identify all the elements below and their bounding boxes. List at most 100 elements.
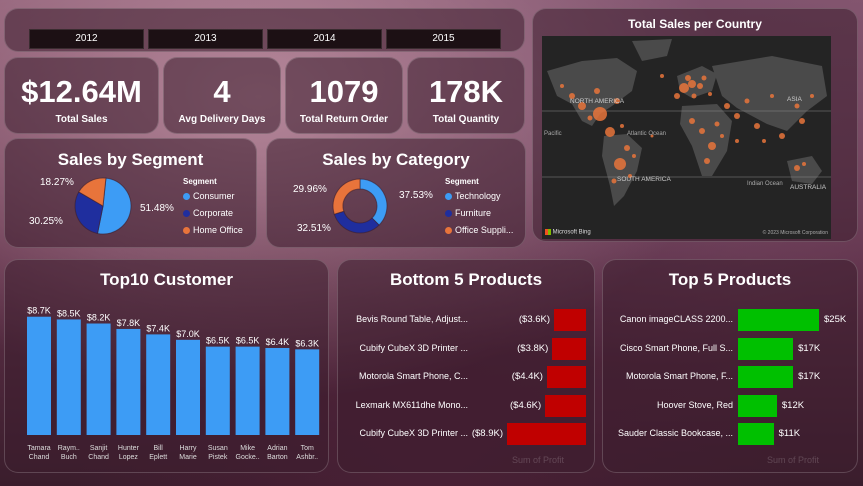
customer-tick-label: Lopez xyxy=(119,454,139,461)
top5-axis-title: Sum of Profit xyxy=(766,455,820,465)
customer-tick-label: Adrian xyxy=(267,445,287,452)
top-product-bar[interactable] xyxy=(738,309,819,331)
category-slice-office-suppli[interactable] xyxy=(332,178,361,215)
map-label-australia: AUSTRALIA xyxy=(790,184,827,191)
customer-bar[interactable] xyxy=(176,339,200,435)
customer-tick-label: Chand xyxy=(88,454,109,461)
kpi-label: Total Sales xyxy=(55,114,108,125)
bottom-product-bar[interactable] xyxy=(554,309,586,331)
customer-bar[interactable] xyxy=(86,323,111,435)
customer-bar[interactable] xyxy=(116,328,141,435)
bing-logo-text: Microsoft Bing xyxy=(552,229,591,236)
map-label-north-america: NORTH AMERICA xyxy=(570,98,625,105)
customer-bar-label: $6.3K xyxy=(295,338,319,348)
kpi-label: Total Quantity xyxy=(432,114,500,125)
segment-legend-corporate[interactable]: Corporate xyxy=(183,208,233,218)
kpi-label: Avg Delivery Days xyxy=(178,114,266,125)
segment-legend-consumer[interactable]: Consumer xyxy=(183,191,235,201)
bing-logo-icon xyxy=(545,229,551,235)
customer-bar[interactable] xyxy=(56,319,81,435)
customer-tick-label: Harry xyxy=(179,445,197,452)
sales-by-segment-panel: Sales by Segment 18.27% 30.25% 51.48% Se… xyxy=(4,138,257,248)
legend-dot xyxy=(445,210,452,218)
customer-tick-label: Ashbr.. xyxy=(296,454,318,461)
customer-tick-label: Pistek xyxy=(208,454,228,461)
customer-bar-label: $8.2K xyxy=(87,313,111,323)
top-product-value: $17K xyxy=(798,371,821,382)
year-button-2012[interactable]: 2012 xyxy=(29,29,144,49)
segment-pct-consumer: 51.48% xyxy=(140,203,174,214)
legend-label: Office Suppli... xyxy=(455,225,514,235)
map-label-asia: ASIA xyxy=(787,96,802,103)
bottom-product-bar[interactable] xyxy=(507,423,586,445)
segment-pct-corporate: 30.25% xyxy=(29,216,63,227)
customer-tick-label: Gocke.. xyxy=(236,454,260,461)
top-product-bar[interactable] xyxy=(738,423,774,445)
category-pct-furniture: 32.51% xyxy=(297,223,331,234)
customer-bar-label: $7.0K xyxy=(176,329,200,339)
bottom-product-name: Cubify CubeX 3D Printer ... xyxy=(359,342,468,353)
customer-tick-label: Tom xyxy=(301,445,314,452)
bottom-product-bar[interactable] xyxy=(546,366,586,388)
map-label-south-america: SOUTH AMERICA xyxy=(617,176,671,183)
top-product-value: $25K xyxy=(824,314,847,325)
bottom5-products-bar-chart[interactable]: Bevis Round Table, Adjust... ($3.6K) Cubif… xyxy=(338,260,596,474)
bottom5-products-panel: Bottom 5 Products Bevis Round Table, Adj… xyxy=(337,259,595,473)
customer-tick-label: Bill xyxy=(154,445,164,452)
customer-tick-label: Hunter xyxy=(118,445,140,452)
customer-bar[interactable] xyxy=(146,334,171,435)
customer-tick-label: Buch xyxy=(61,454,77,461)
bottom-product-name: Bevis Round Table, Adjust... xyxy=(356,314,468,324)
top-product-bar[interactable] xyxy=(738,337,794,360)
segment-legend-home-office[interactable]: Home Office xyxy=(183,225,243,235)
top-product-value: $17K xyxy=(798,342,821,354)
top-product-bar[interactable] xyxy=(738,394,777,417)
customer-bar-label: $7.8K xyxy=(117,318,141,328)
category-slice-furniture[interactable] xyxy=(333,210,380,234)
bing-logo: Microsoft Bing xyxy=(545,229,591,236)
category-slice-technology[interactable] xyxy=(359,178,388,226)
bottom-product-bar[interactable] xyxy=(545,394,586,417)
customer-tick-label: Barton xyxy=(267,454,288,461)
top-product-name: Canon imageCLASS 2200... xyxy=(619,314,733,324)
customer-bar[interactable] xyxy=(265,347,290,435)
bottom5-axis-title: Sum of Profit xyxy=(511,455,565,465)
category-legend-office-supplies[interactable]: Office Suppli... xyxy=(445,225,513,235)
top-product-value: $12K xyxy=(781,399,805,411)
bottom-product-value: ($4.4K) xyxy=(511,371,543,382)
top-product-name: Motorola Smart Phone, F... xyxy=(625,371,733,381)
map-panel: Total Sales per Country NORTH AMERICA SO… xyxy=(532,8,858,242)
top-product-bar[interactable] xyxy=(738,366,794,388)
legend-label: Consumer xyxy=(193,191,235,201)
top-product-name: Hoover Stove, Red xyxy=(656,399,733,410)
customer-bar[interactable] xyxy=(205,346,230,435)
legend-dot xyxy=(183,227,190,235)
bottom-product-bar[interactable] xyxy=(552,337,586,360)
category-legend-furniture[interactable]: Furniture xyxy=(445,208,491,218)
year-slicer-panel: 2012 2013 2014 2015 xyxy=(4,8,525,52)
map-label-indian: Indian Ocean xyxy=(747,181,783,187)
customer-bar[interactable] xyxy=(295,349,320,435)
customer-bar[interactable] xyxy=(235,346,260,435)
top10-customer-bar-chart[interactable]: $8.7K Tamara Chand $8.5K Raym.. Buch $8.2K Sanj… xyxy=(5,260,330,474)
customer-bar-label: $6.4K xyxy=(266,337,290,347)
bottom-product-name: Cubify CubeX 3D Printer ... xyxy=(359,428,468,438)
year-button-2014[interactable]: 2014 xyxy=(267,29,382,49)
customer-tick-label: Marie xyxy=(179,454,197,461)
map-label-pacific: Pacific xyxy=(544,131,562,137)
kpi-value: 178K xyxy=(428,74,504,109)
legend-label: Corporate xyxy=(193,208,234,218)
legend-dot xyxy=(183,210,190,218)
kpi-value: 1079 xyxy=(309,74,379,109)
customer-bar[interactable] xyxy=(27,316,51,435)
year-button-2013[interactable]: 2013 xyxy=(148,29,263,49)
bottom-product-name: Lexmark MX611dhe Mono... xyxy=(355,399,468,410)
category-legend-technology[interactable]: Technology xyxy=(445,191,501,201)
kpi-label: Total Return Order xyxy=(299,114,389,125)
world-map[interactable]: NORTH AMERICA SOUTH AMERICA ASIA Atlanti… xyxy=(542,36,831,239)
customer-bar-label: $7.4K xyxy=(146,323,170,333)
customer-tick-label: Sanjit xyxy=(90,445,108,452)
top5-products-bar-chart[interactable]: Canon imageCLASS 2200... $25K Cisco Smart … xyxy=(603,260,859,474)
year-button-2015[interactable]: 2015 xyxy=(386,29,501,49)
bottom-product-value: ($8.9K) xyxy=(471,428,503,439)
